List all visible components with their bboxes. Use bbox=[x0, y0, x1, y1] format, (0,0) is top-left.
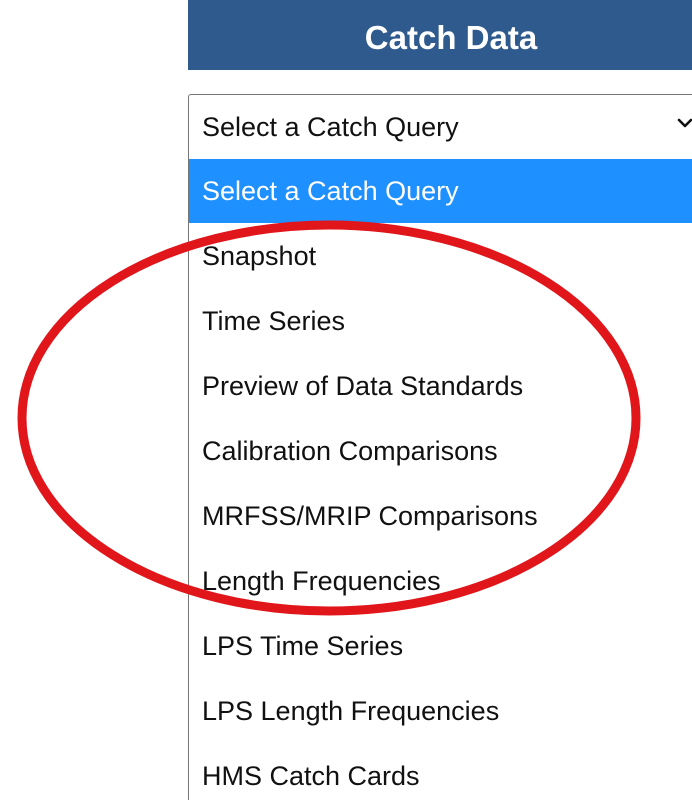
page-title: Catch Data bbox=[364, 19, 538, 56]
option-mrfss-mrip-comparisons[interactable]: MRFSS/MRIP Comparisons bbox=[189, 484, 692, 548]
catch-query-dropdown: Select a Catch Query Snapshot Time Serie… bbox=[188, 159, 692, 800]
option-hms-catch-cards[interactable]: HMS Catch Cards bbox=[189, 744, 692, 800]
option-calibration-comparisons[interactable]: Calibration Comparisons bbox=[189, 419, 692, 483]
stage: Catch Data Select a Catch Query Select a… bbox=[0, 0, 692, 800]
option-length-frequencies[interactable]: Length Frequencies bbox=[189, 549, 692, 613]
option-select-a-catch-query[interactable]: Select a Catch Query bbox=[189, 159, 692, 223]
option-lps-length-frequencies[interactable]: LPS Length Frequencies bbox=[189, 679, 692, 743]
catch-data-header: Catch Data bbox=[188, 0, 692, 70]
option-lps-time-series[interactable]: LPS Time Series bbox=[189, 614, 692, 678]
select-current-value: Select a Catch Query bbox=[202, 112, 459, 142]
option-snapshot[interactable]: Snapshot bbox=[189, 224, 692, 288]
option-time-series[interactable]: Time Series bbox=[189, 289, 692, 353]
option-preview-of-data-standards[interactable]: Preview of Data Standards bbox=[189, 354, 692, 418]
chevron-down-icon bbox=[677, 118, 692, 128]
catch-query-select[interactable]: Select a Catch Query bbox=[188, 94, 692, 160]
